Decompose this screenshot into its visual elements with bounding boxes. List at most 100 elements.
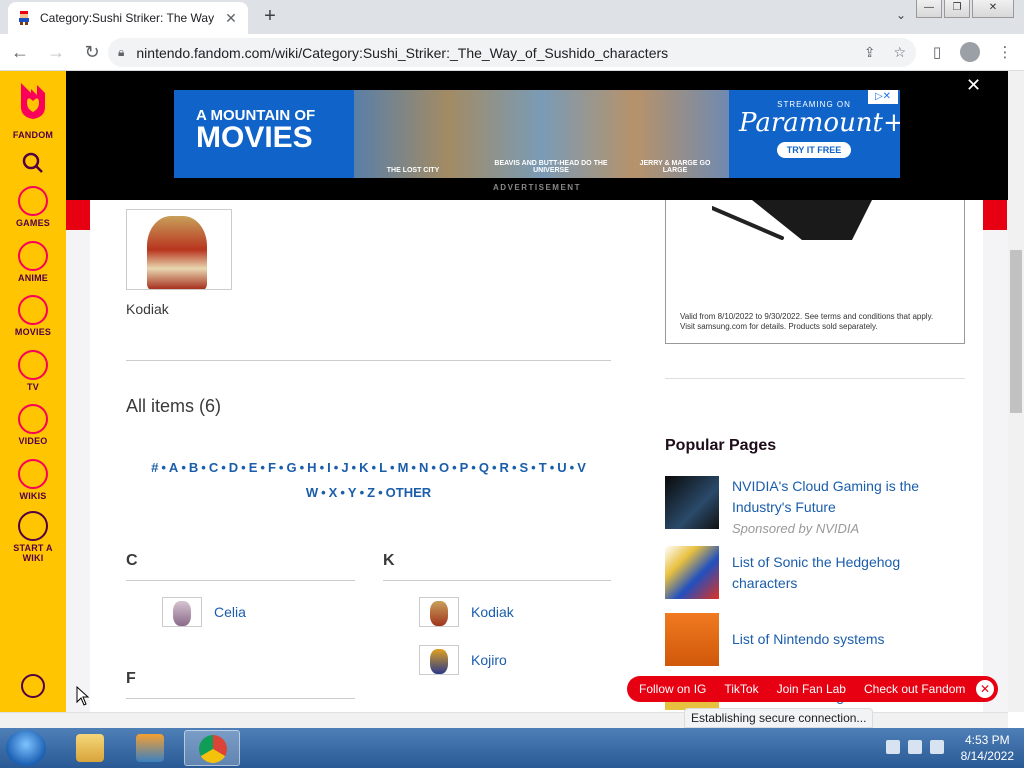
- alphabet-link[interactable]: W: [306, 485, 318, 500]
- restore-icon[interactable]: ❐: [944, 0, 970, 18]
- alphabet-link[interactable]: K: [359, 460, 368, 475]
- rail-movies[interactable]: MOVIES: [0, 295, 66, 337]
- alphabet-link[interactable]: D: [229, 460, 238, 475]
- alphabet-link[interactable]: R: [500, 460, 509, 475]
- alphabet-link[interactable]: M: [398, 460, 409, 475]
- popular-link[interactable]: List of Sonic the Hedgehog characters: [732, 552, 965, 594]
- check-out-fandom-link[interactable]: Check out Fandom: [864, 682, 965, 696]
- alphabet-link[interactable]: L: [379, 460, 387, 475]
- clock[interactable]: 4:53 PM 8/14/2022: [961, 732, 1014, 764]
- alphabet-separator: •: [333, 460, 339, 475]
- rail-wikis[interactable]: WIKIS: [0, 459, 66, 501]
- kodiak-link[interactable]: Kodiak: [471, 604, 514, 620]
- list-item[interactable]: Celia: [162, 597, 246, 627]
- url-text[interactable]: nintendo.fandom.com/wiki/Category:Sushi_…: [136, 45, 845, 61]
- alphabet-link[interactable]: B: [189, 460, 198, 475]
- adchoices-icon[interactable]: ▷✕: [868, 90, 898, 104]
- alphabet-link[interactable]: T: [539, 460, 547, 475]
- social-follow-bar: Follow on IG TikTok Join Fan Lab Check o…: [627, 676, 998, 702]
- popular-thumb[interactable]: [665, 546, 719, 599]
- window-close-icon[interactable]: ✕: [972, 0, 1014, 18]
- popular-thumb[interactable]: [665, 476, 719, 529]
- tiktok-link[interactable]: TikTok: [724, 682, 758, 696]
- rail-anime[interactable]: ANIME: [0, 241, 66, 283]
- featured-thumbnail[interactable]: [126, 209, 232, 290]
- alphabet-link[interactable]: I: [327, 460, 331, 475]
- alphabet-link[interactable]: Z: [367, 485, 375, 500]
- alphabet-link[interactable]: Q: [479, 460, 489, 475]
- forward-icon[interactable]: →: [40, 36, 72, 68]
- popular-item[interactable]: List of Sonic the Hedgehog characters: [665, 546, 965, 599]
- alphabet-link[interactable]: V: [577, 460, 586, 475]
- side-panel-icon[interactable]: ▯: [926, 38, 948, 67]
- alphabet-separator: •: [321, 485, 326, 500]
- browser-tab[interactable]: Category:Sushi Striker: The Way o ✕: [8, 2, 248, 34]
- alphabet-link[interactable]: #: [151, 460, 158, 475]
- tab-close-icon[interactable]: ✕: [222, 10, 240, 27]
- alphabet-link[interactable]: U: [557, 460, 566, 475]
- back-icon[interactable]: ←: [4, 36, 36, 68]
- share-icon[interactable]: ⇪: [864, 44, 876, 61]
- featured-name[interactable]: Kodiak: [126, 301, 169, 317]
- alphabet-separator: •: [351, 460, 357, 475]
- volume-icon[interactable]: [930, 740, 944, 754]
- alphabet-link[interactable]: J: [341, 460, 348, 475]
- alphabet-link[interactable]: G: [286, 460, 296, 475]
- list-item[interactable]: Kojiro: [419, 645, 507, 675]
- kojiro-thumbnail[interactable]: [419, 645, 459, 675]
- alphabet-link[interactable]: A: [169, 460, 178, 475]
- start-button-icon[interactable]: [6, 730, 46, 766]
- alphabet-link[interactable]: Y: [348, 485, 357, 500]
- rail-tv[interactable]: TV: [0, 350, 66, 392]
- alphabet-link[interactable]: X: [329, 485, 338, 500]
- ad-banner[interactable]: A MOUNTAIN OF MOVIES THE LOST CITY BEAVI…: [66, 71, 1008, 200]
- rail-start-wiki[interactable]: START A WIKI: [0, 511, 66, 563]
- menu-kebab-icon[interactable]: ⋮: [994, 38, 1016, 67]
- social-close-icon[interactable]: ✕: [976, 680, 994, 698]
- rail-video[interactable]: VIDEO: [0, 404, 66, 446]
- popular-item[interactable]: List of Nintendo systems: [665, 613, 965, 666]
- alphabet-link[interactable]: S: [520, 460, 529, 475]
- popular-item[interactable]: NVIDIA's Cloud Gaming is the Industry's …: [665, 476, 965, 539]
- new-tab-icon[interactable]: +: [258, 4, 282, 28]
- fan-lab-link[interactable]: Join Fan Lab: [777, 682, 846, 696]
- rail-games[interactable]: GAMES: [0, 186, 66, 228]
- fandom-home-link[interactable]: FANDOM: [0, 81, 66, 140]
- alphabet-link[interactable]: F: [268, 460, 276, 475]
- bookmark-star-icon[interactable]: ☆: [893, 44, 906, 61]
- kojiro-link[interactable]: Kojiro: [471, 652, 507, 668]
- alphabet-link[interactable]: P: [460, 460, 469, 475]
- alphabet-link[interactable]: N: [419, 460, 428, 475]
- follow-ig-link[interactable]: Follow on IG: [639, 682, 706, 696]
- alphabet-link[interactable]: H: [307, 460, 316, 475]
- tray-app-icon[interactable]: [886, 740, 900, 754]
- account-icon[interactable]: [21, 674, 45, 698]
- celia-link[interactable]: Celia: [214, 604, 246, 620]
- kodiak-thumbnail[interactable]: [419, 597, 459, 627]
- chrome-task[interactable]: [184, 730, 240, 766]
- alphabet-link[interactable]: O: [439, 460, 449, 475]
- reload-icon[interactable]: ↻: [76, 36, 108, 68]
- alphabet-link[interactable]: OTHER: [386, 485, 432, 500]
- alphabet-link[interactable]: E: [249, 460, 258, 475]
- vertical-scroll-thumb[interactable]: [1010, 250, 1022, 413]
- alphabet-link[interactable]: C: [209, 460, 218, 475]
- lock-icon[interactable]: 🔒︎: [118, 45, 124, 60]
- search-button[interactable]: [0, 151, 66, 180]
- popular-link[interactable]: NVIDIA's Cloud Gaming is the Industry's …: [732, 476, 965, 518]
- celia-thumbnail[interactable]: [162, 597, 202, 627]
- ad-close-icon[interactable]: ✕: [966, 75, 981, 96]
- profile-icon[interactable]: [960, 38, 982, 67]
- ad-cta-button[interactable]: TRY IT FREE: [776, 141, 852, 158]
- explorer-task[interactable]: [62, 730, 118, 766]
- tab-search-icon[interactable]: ⌄: [896, 8, 906, 22]
- popular-thumb[interactable]: [665, 613, 719, 666]
- network-icon[interactable]: [908, 740, 922, 754]
- ad-caption-1: THE LOST CITY: [386, 167, 440, 174]
- list-item[interactable]: Kodiak: [419, 597, 514, 627]
- minimize-icon[interactable]: —: [916, 0, 942, 18]
- address-bar[interactable]: 🔒︎ nintendo.fandom.com/wiki/Category:Sus…: [108, 38, 916, 67]
- ad-creative[interactable]: A MOUNTAIN OF MOVIES THE LOST CITY BEAVI…: [174, 90, 900, 178]
- media-player-task[interactable]: [122, 730, 178, 766]
- popular-link[interactable]: List of Nintendo systems: [732, 629, 885, 650]
